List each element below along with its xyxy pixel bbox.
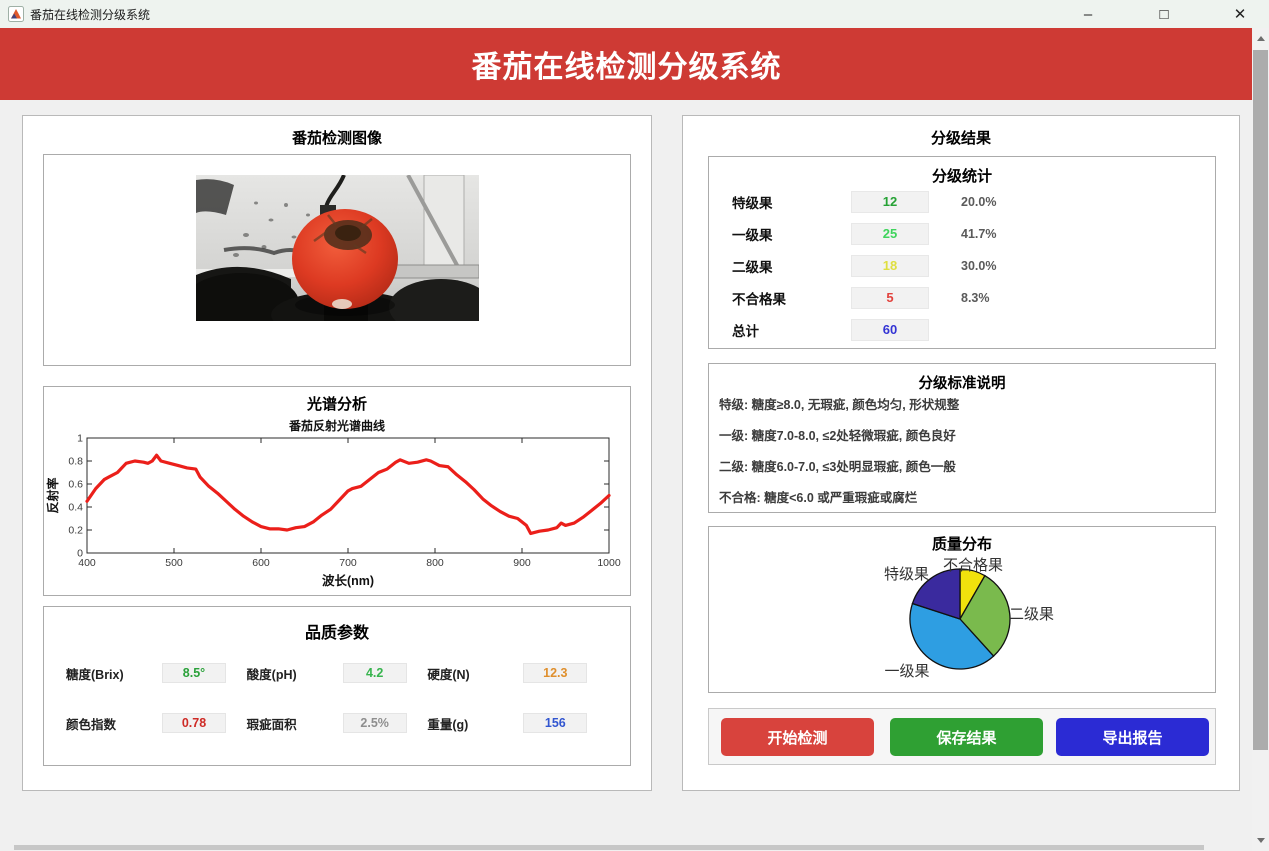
left-panel: 番茄检测图像 光谱分析 番茄反射光谱曲线 400 500 600 700 800… [22, 115, 652, 791]
stat-label: 二级果 [732, 260, 773, 275]
horizontal-scrollbar-thumb[interactable] [14, 845, 1204, 850]
svg-text:0.8: 0.8 [68, 456, 83, 468]
grading-stats-box: 分级统计 特级果 12 20.0% 一级果 25 41.7% 二级果 18 30… [708, 156, 1216, 349]
window-titlebar: 番茄在线检测分级系统 – □ ✕ [0, 0, 1269, 28]
stat-row-grade1: 一级果 25 41.7% [709, 218, 1215, 250]
quality-distribution-box: 质量分布 特级果 不合格果 二级果 一级果 [708, 526, 1216, 693]
export-report-button[interactable]: 导出报告 [1056, 718, 1209, 756]
param-value: 8.5° [162, 663, 226, 683]
spectrum-box: 光谱分析 番茄反射光谱曲线 400 500 600 700 800 900 1000 0 0.2… [43, 386, 631, 596]
param-sugar: 糖度(Brix) 8.5° [66, 663, 247, 683]
vertical-scrollbar[interactable] [1252, 28, 1269, 851]
scroll-down-icon[interactable] [1252, 832, 1269, 849]
stat-label: 总计 [732, 324, 759, 339]
stat-label: 一级果 [732, 228, 773, 243]
stat-label: 不合格果 [732, 292, 786, 307]
matlab-app-icon [8, 6, 24, 22]
tomato-photo [196, 175, 479, 321]
spectrum-line-chart: 400 500 600 700 800 900 1000 0 0.2 0.4 0.6 0.8 1 波长(n… [44, 433, 630, 603]
quality-params-box: 品质参数 糖度(Brix) 8.5° 酸度(pH) 4.2 硬度(N) 12.3… [43, 606, 631, 766]
stat-row-grade2: 二级果 18 30.0% [709, 250, 1215, 282]
stat-value: 60 [851, 319, 929, 341]
param-value: 4.2 [342, 663, 407, 683]
stat-percent: 30.0% [961, 259, 997, 273]
horizontal-scrollbar[interactable] [0, 844, 1252, 851]
param-label: 硬度(N) [427, 667, 470, 682]
pie-label-grade1: 一级果 [884, 663, 930, 680]
stat-row-premium: 特级果 12 20.0% [709, 186, 1215, 218]
svg-text:波长(nm): 波长(nm) [322, 573, 374, 588]
param-label: 重量(g) [427, 717, 469, 732]
param-label: 酸度(pH) [246, 667, 297, 682]
window-title: 番茄在线检测分级系统 [30, 7, 151, 22]
stat-percent: 41.7% [961, 227, 997, 241]
stat-percent: 8.3% [961, 291, 990, 305]
spectrum-section-title: 光谱分析 [306, 396, 367, 413]
param-label: 瑕疵面积 [246, 717, 297, 732]
pie-label-grade2: 二级果 [1009, 606, 1055, 623]
spectrum-chart-title: 番茄反射光谱曲线 [288, 419, 385, 433]
app-header: 番茄在线检测分级系统 [0, 28, 1253, 100]
param-label: 颜色指数 [66, 717, 117, 732]
minimize-button[interactable]: – [1073, 2, 1103, 26]
action-buttons-box: 开始检测 保存结果 导出报告 [708, 708, 1216, 765]
param-firmness: 硬度(N) 12.3 [427, 663, 608, 683]
svg-text:0.4: 0.4 [68, 502, 83, 514]
save-results-button[interactable]: 保存结果 [890, 718, 1043, 756]
pie-label-rejected: 不合格果 [942, 557, 1003, 574]
svg-text:900: 900 [513, 557, 531, 569]
standard-line-grade1: 一级: 糖度7.0-8.0, ≤2处轻微瑕疵, 颜色良好 [719, 429, 956, 443]
svg-text:500: 500 [165, 557, 183, 569]
standard-line-rejected: 不合格: 糖度<6.0 或严重瑕疵或腐烂 [719, 491, 918, 505]
svg-text:700: 700 [339, 557, 357, 569]
quality-section-title: 品质参数 [304, 625, 369, 642]
svg-text:1: 1 [77, 434, 83, 445]
param-color-index: 颜色指数 0.78 [66, 713, 247, 733]
svg-text:600: 600 [252, 557, 270, 569]
maximize-button[interactable]: □ [1149, 2, 1179, 26]
param-value: 156 [523, 713, 588, 733]
svg-text:0.2: 0.2 [68, 525, 83, 537]
param-value: 12.3 [523, 663, 588, 683]
standard-line-grade2: 二级: 糖度6.0-7.0, ≤3处明显瑕疵, 颜色一般 [719, 460, 956, 474]
close-button[interactable]: ✕ [1225, 2, 1255, 26]
svg-text:800: 800 [426, 557, 444, 569]
image-section-title: 番茄检测图像 [291, 130, 382, 147]
standard-line-premium: 特级: 糖度≥8.0, 无瑕疵, 颜色均匀, 形状规整 [719, 398, 960, 412]
svg-text:0: 0 [77, 548, 83, 560]
scroll-up-icon[interactable] [1252, 30, 1269, 47]
param-value: 0.78 [162, 713, 226, 733]
svg-text:反射率: 反射率 [45, 477, 60, 513]
stat-value: 25 [851, 223, 929, 245]
grading-result-title: 分级结果 [930, 130, 991, 147]
tomato-image-box [43, 154, 631, 366]
stat-label: 特级果 [732, 196, 773, 211]
pie-label-premium: 特级果 [883, 566, 929, 583]
quality-pie-chart [909, 568, 1011, 670]
param-label: 糖度(Brix) [66, 667, 124, 682]
param-value: 2.5% [342, 713, 407, 733]
param-defect-area: 瑕疵面积 2.5% [247, 713, 428, 733]
param-weight: 重量(g) 156 [427, 713, 608, 733]
app-title: 番茄在线检测分级系统 [471, 51, 782, 84]
vertical-scrollbar-thumb[interactable] [1253, 50, 1268, 750]
svg-text:0.6: 0.6 [68, 479, 83, 491]
stat-value: 5 [851, 287, 929, 309]
stat-row-total: 总计 60 [709, 314, 1215, 346]
svg-text:1000: 1000 [597, 557, 621, 569]
right-panel: 分级结果 分级统计 特级果 12 20.0% 一级果 25 41.7% 二级果 … [682, 115, 1240, 791]
stat-value: 18 [851, 255, 929, 277]
stat-percent: 20.0% [961, 195, 997, 209]
stat-row-rejected: 不合格果 5 8.3% [709, 282, 1215, 314]
standards-title: 分级标准说明 [918, 376, 1006, 392]
stats-title: 分级统计 [931, 168, 992, 185]
stat-value: 12 [851, 191, 929, 213]
param-acid: 酸度(pH) 4.2 [247, 663, 428, 683]
grading-standards-box: 分级标准说明 特级: 糖度≥8.0, 无瑕疵, 颜色均匀, 形状规整 一级: 糖… [708, 363, 1216, 513]
start-detection-button[interactable]: 开始检测 [721, 718, 874, 756]
